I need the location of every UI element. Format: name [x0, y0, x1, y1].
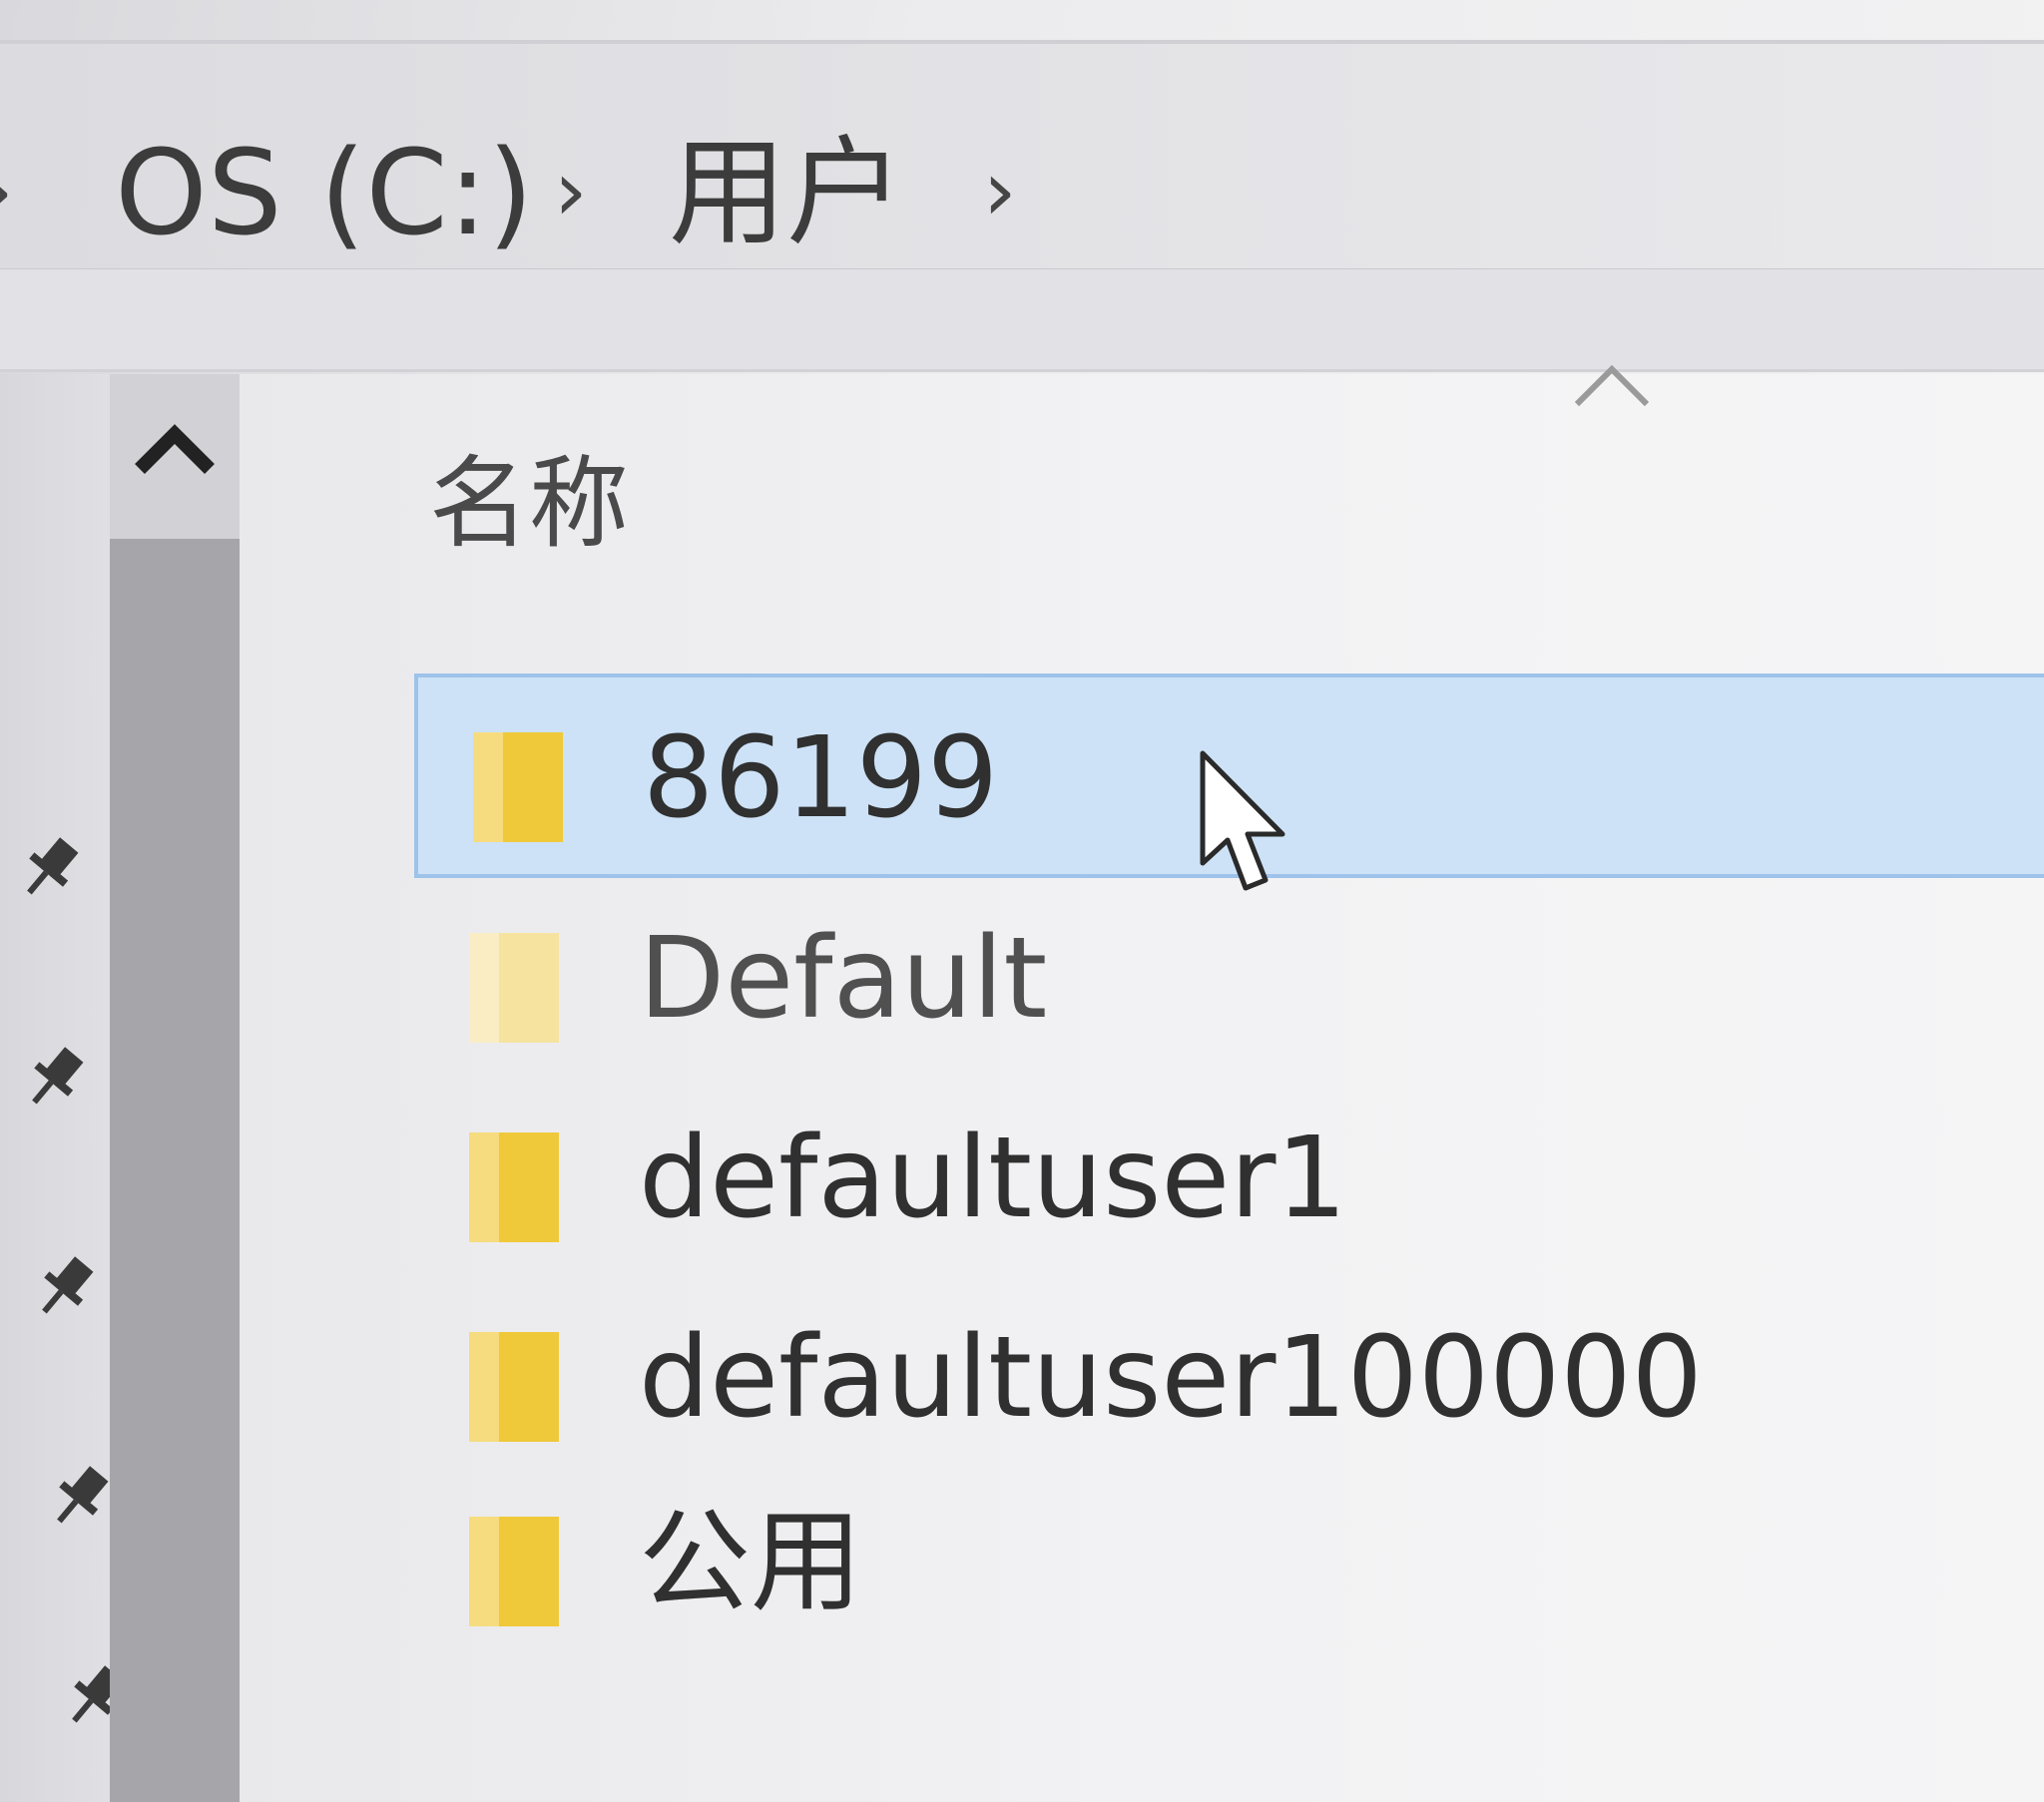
vertical-scrollbar[interactable]: [110, 374, 240, 1802]
chevron-up-icon[interactable]: [125, 414, 225, 484]
pin-icon[interactable]: [15, 1038, 95, 1118]
folder-icon: [469, 1132, 559, 1242]
pin-icon[interactable]: [10, 828, 90, 908]
list-item[interactable]: 公用: [414, 1462, 2044, 1666]
list-item-label: defaultuser100000: [639, 1313, 1703, 1443]
mouse-cursor-icon: [1200, 750, 1285, 891]
folder-icon: [469, 1517, 559, 1626]
list-item[interactable]: defaultuser1: [414, 1078, 2044, 1282]
list-item[interactable]: Default: [414, 878, 2044, 1083]
breadcrumb-separator[interactable]: ›: [554, 149, 588, 232]
breadcrumb-separator[interactable]: ›: [983, 149, 1017, 232]
file-explorer-window: › OS (C:) › 用户 ›: [0, 0, 2044, 1802]
breadcrumb-separator[interactable]: ›: [0, 149, 14, 232]
folder-icon: [469, 933, 559, 1043]
breadcrumb-item-os-c[interactable]: OS (C:): [115, 134, 534, 251]
list-item-label: defaultuser1: [639, 1114, 1347, 1243]
column-header-name[interactable]: 名称: [429, 454, 629, 554]
file-list-pane: 名称 86199 Default defaultuser1 defaultuse…: [240, 364, 2044, 1802]
toolbar-band: [0, 269, 2044, 372]
list-item-label: 86199: [643, 713, 999, 843]
list-item[interactable]: defaultuser100000: [414, 1277, 2044, 1482]
breadcrumb-item-users[interactable]: 用户: [669, 134, 904, 251]
address-bar[interactable]: › OS (C:) › 用户 ›: [0, 40, 2044, 272]
list-item-label: 公用: [639, 1498, 862, 1627]
folder-icon: [469, 1332, 559, 1442]
sort-ascending-icon[interactable]: [1567, 354, 1657, 414]
pin-icon[interactable]: [25, 1247, 105, 1327]
scrollbar-thumb[interactable]: [110, 539, 240, 1802]
navigation-pane[interactable]: [0, 374, 124, 1802]
pin-icon[interactable]: [40, 1457, 120, 1537]
folder-icon: [473, 732, 563, 842]
list-item-label: Default: [639, 914, 1048, 1044]
